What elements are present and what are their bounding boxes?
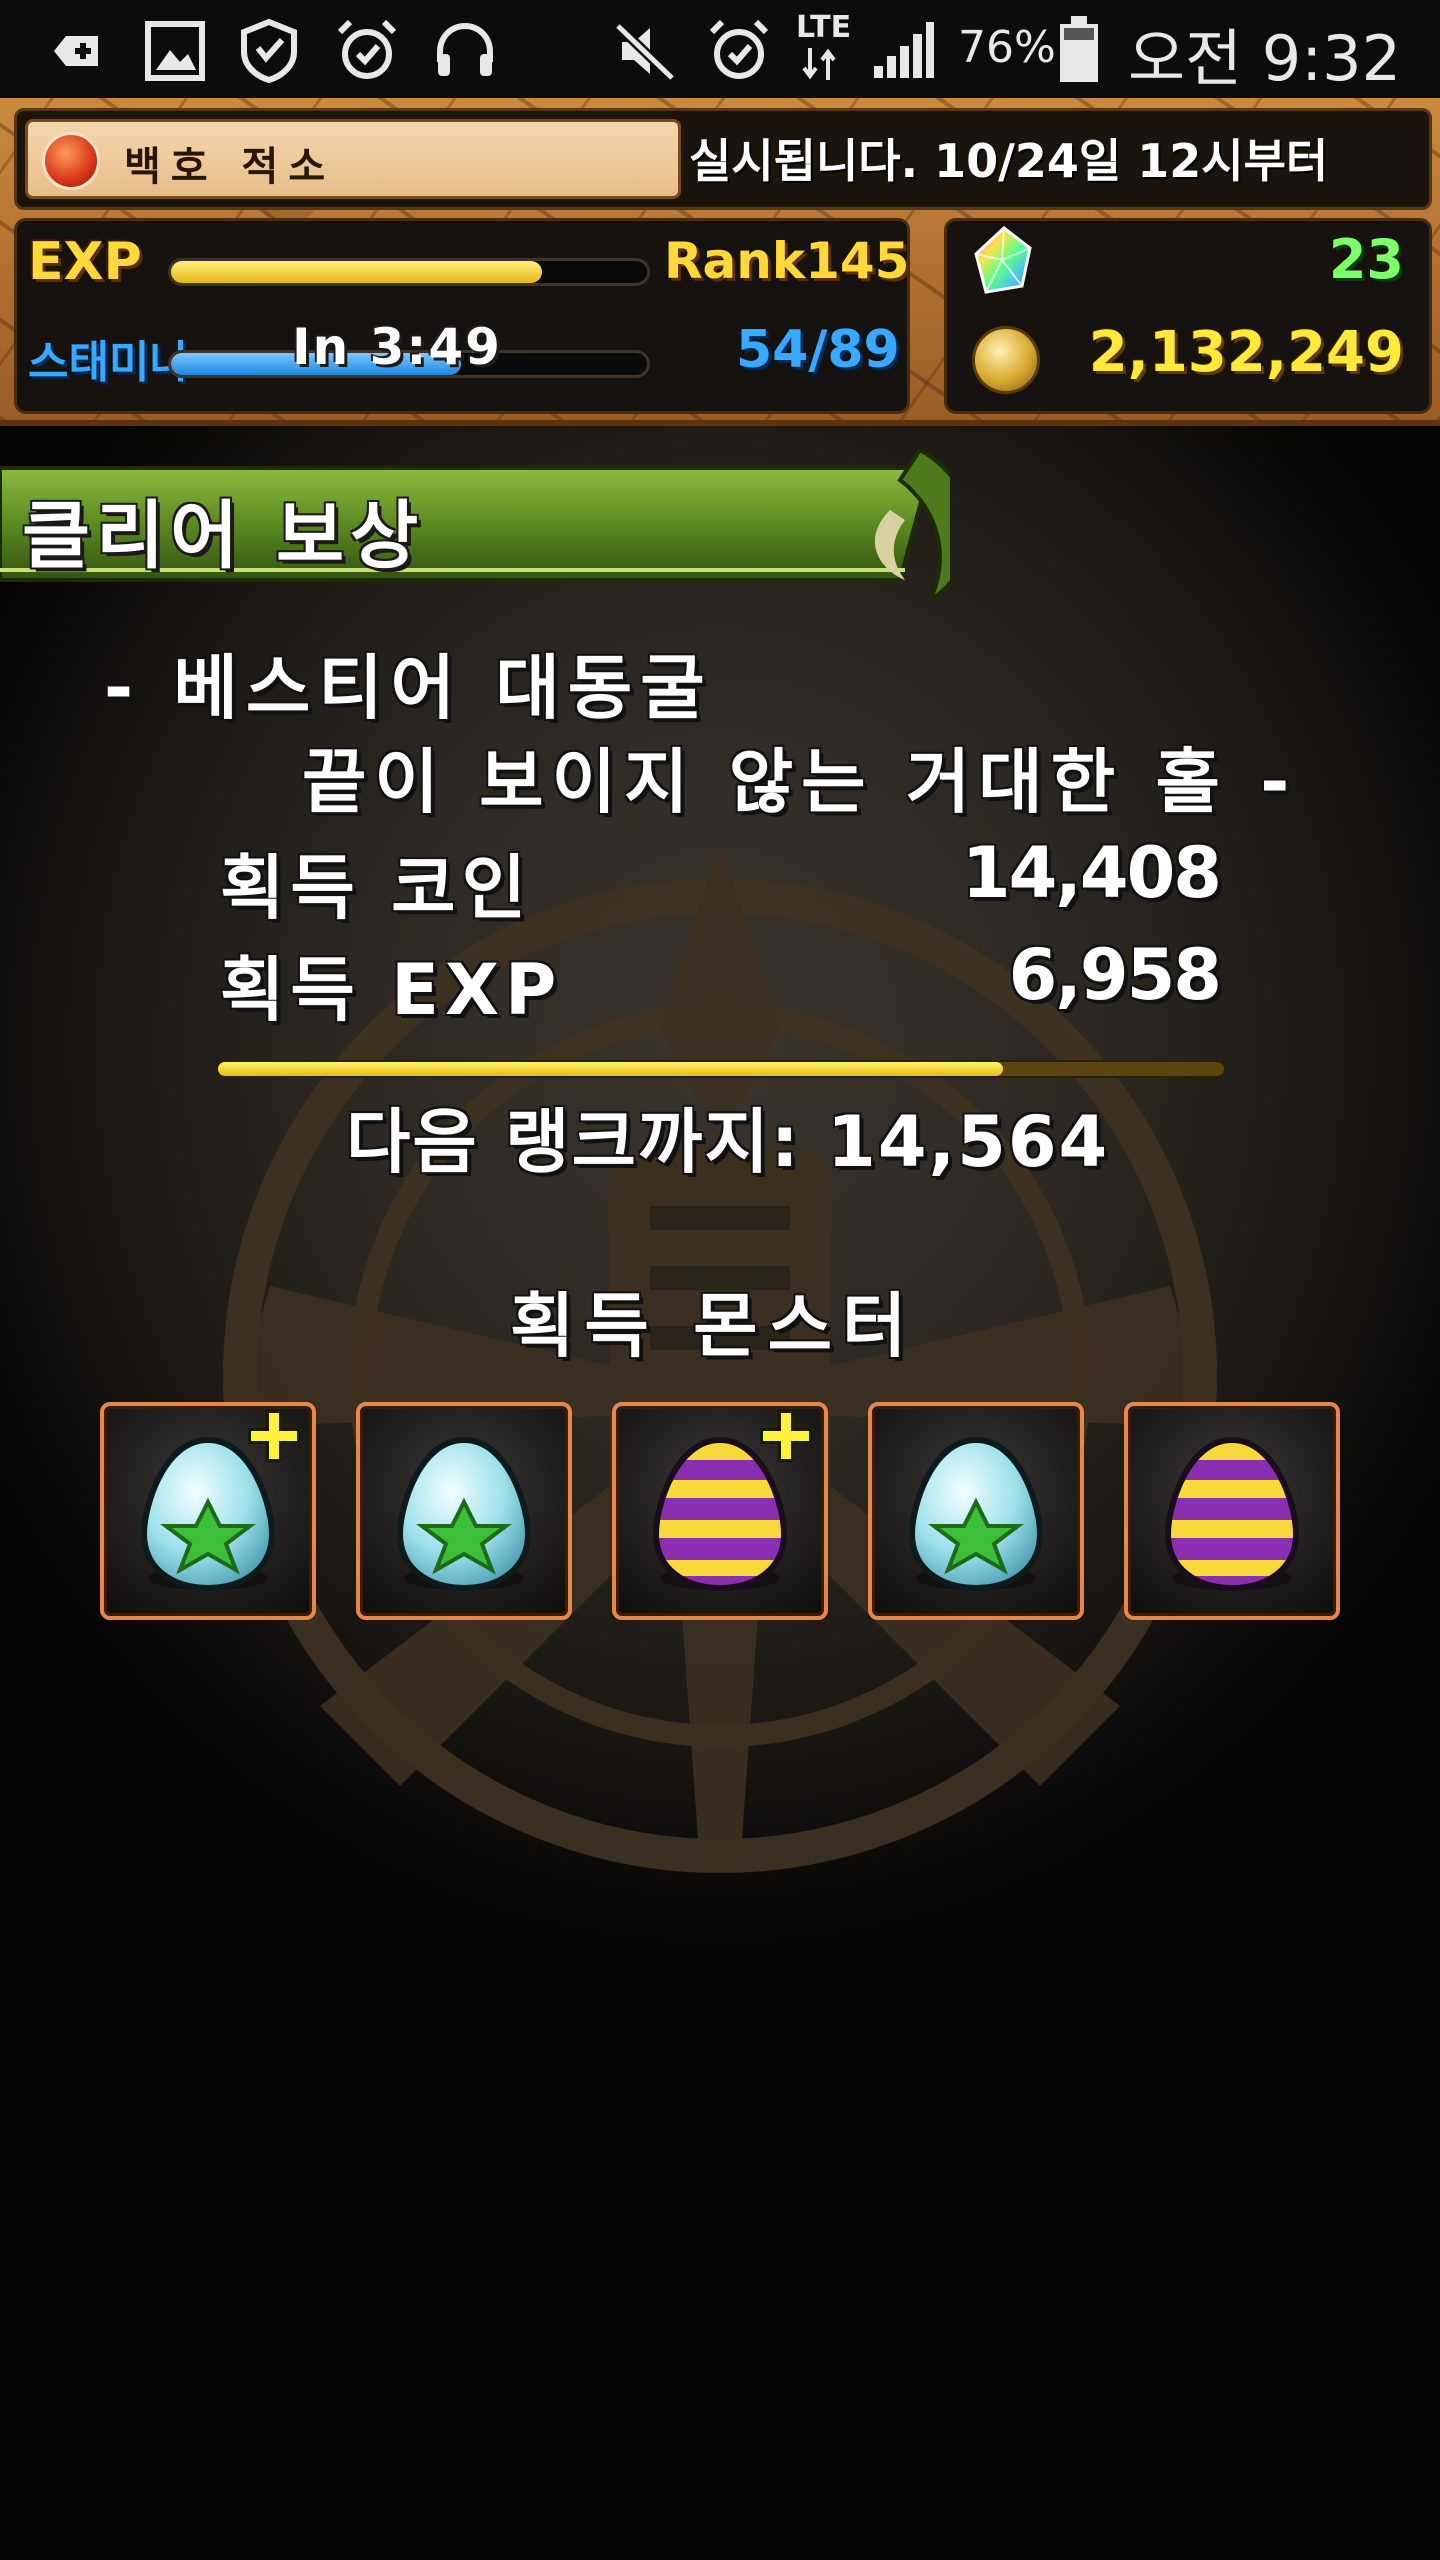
monster-slot[interactable]	[612, 1402, 828, 1620]
exp-reward-label: 획득 EXP	[220, 949, 563, 1031]
rank-label: Rank145	[664, 232, 910, 290]
battery-icon	[1060, 16, 1098, 82]
star-egg-icon	[908, 1436, 1044, 1592]
striped-egg-icon	[1164, 1436, 1300, 1592]
next-rank-text: 다음 랭크까지: 14,564	[346, 1101, 1110, 1183]
signal-icon	[874, 22, 934, 78]
striped-egg-icon	[652, 1410, 812, 1592]
monster-slot[interactable]	[356, 1402, 572, 1620]
dungeon-name-line2: 끝이 보이지 않는 거대한 홀 -	[302, 741, 1298, 823]
clear-reward-screen: 클리어 보상 - 베스티어 대동굴 끝이 보이지 않는 거대한 홀 - 획득 코…	[0, 426, 1440, 2560]
battery-percent: 76%	[958, 22, 1056, 73]
image-icon	[145, 21, 205, 81]
status-bar: LTE 76% 오전 9:32	[0, 0, 1440, 98]
add-icon	[54, 36, 98, 66]
rank-progress-fill	[218, 1062, 1003, 1076]
exp-reward-value: 6,958	[1008, 934, 1222, 1016]
monster-slot[interactable]	[1124, 1402, 1340, 1620]
data-arrows-icon	[802, 48, 836, 80]
coin-reward-label: 획득 코인	[220, 847, 532, 929]
mute-icon	[614, 22, 676, 82]
exp-bar	[168, 258, 650, 286]
network-type: LTE	[796, 10, 852, 45]
page-title: 클리어 보상	[22, 493, 425, 579]
game-hud: 백호 적소 실시됩니다. 10/24일 12시부터 EXP Rank145 스태…	[0, 98, 1440, 426]
news-tab-label: 백호 적소	[124, 144, 336, 190]
magic-stone-icon[interactable]	[972, 226, 1036, 296]
coin-icon	[972, 326, 1040, 394]
dungeon-name-line1: - 베스티어 대동굴	[104, 647, 713, 729]
alarm-icon	[709, 19, 769, 79]
magic-stone-count: 23	[1328, 228, 1404, 291]
rank-progress-bar	[216, 1060, 1226, 1078]
coin-count: 2,132,249	[1088, 320, 1404, 385]
stamina-timer: In 3:49	[292, 318, 502, 376]
headphones-icon	[437, 22, 493, 76]
star-egg-icon	[140, 1410, 300, 1592]
alarm-icon	[337, 19, 397, 79]
coin-reward-value: 14,408	[961, 832, 1222, 914]
news-bar[interactable]: 백호 적소 실시됩니다. 10/24일 12시부터	[14, 108, 1432, 210]
shield-hand-icon	[241, 18, 297, 84]
news-ticker: 실시됩니다. 10/24일 12시부터	[689, 134, 1329, 188]
exp-bar-fill	[171, 261, 543, 283]
event-badge-icon	[42, 132, 100, 190]
star-egg-icon	[396, 1436, 532, 1592]
monster-slot[interactable]	[868, 1402, 1084, 1620]
exp-label: EXP	[28, 232, 142, 292]
news-tab[interactable]: 백호 적소	[25, 119, 681, 199]
stamina-label: 스태미나	[28, 337, 190, 388]
clock: 오전 9:32	[1128, 22, 1402, 95]
monster-slot[interactable]	[100, 1402, 316, 1620]
monster-section-title: 획득 몬스터	[510, 1285, 917, 1367]
stamina-value: 54/89	[736, 320, 900, 380]
